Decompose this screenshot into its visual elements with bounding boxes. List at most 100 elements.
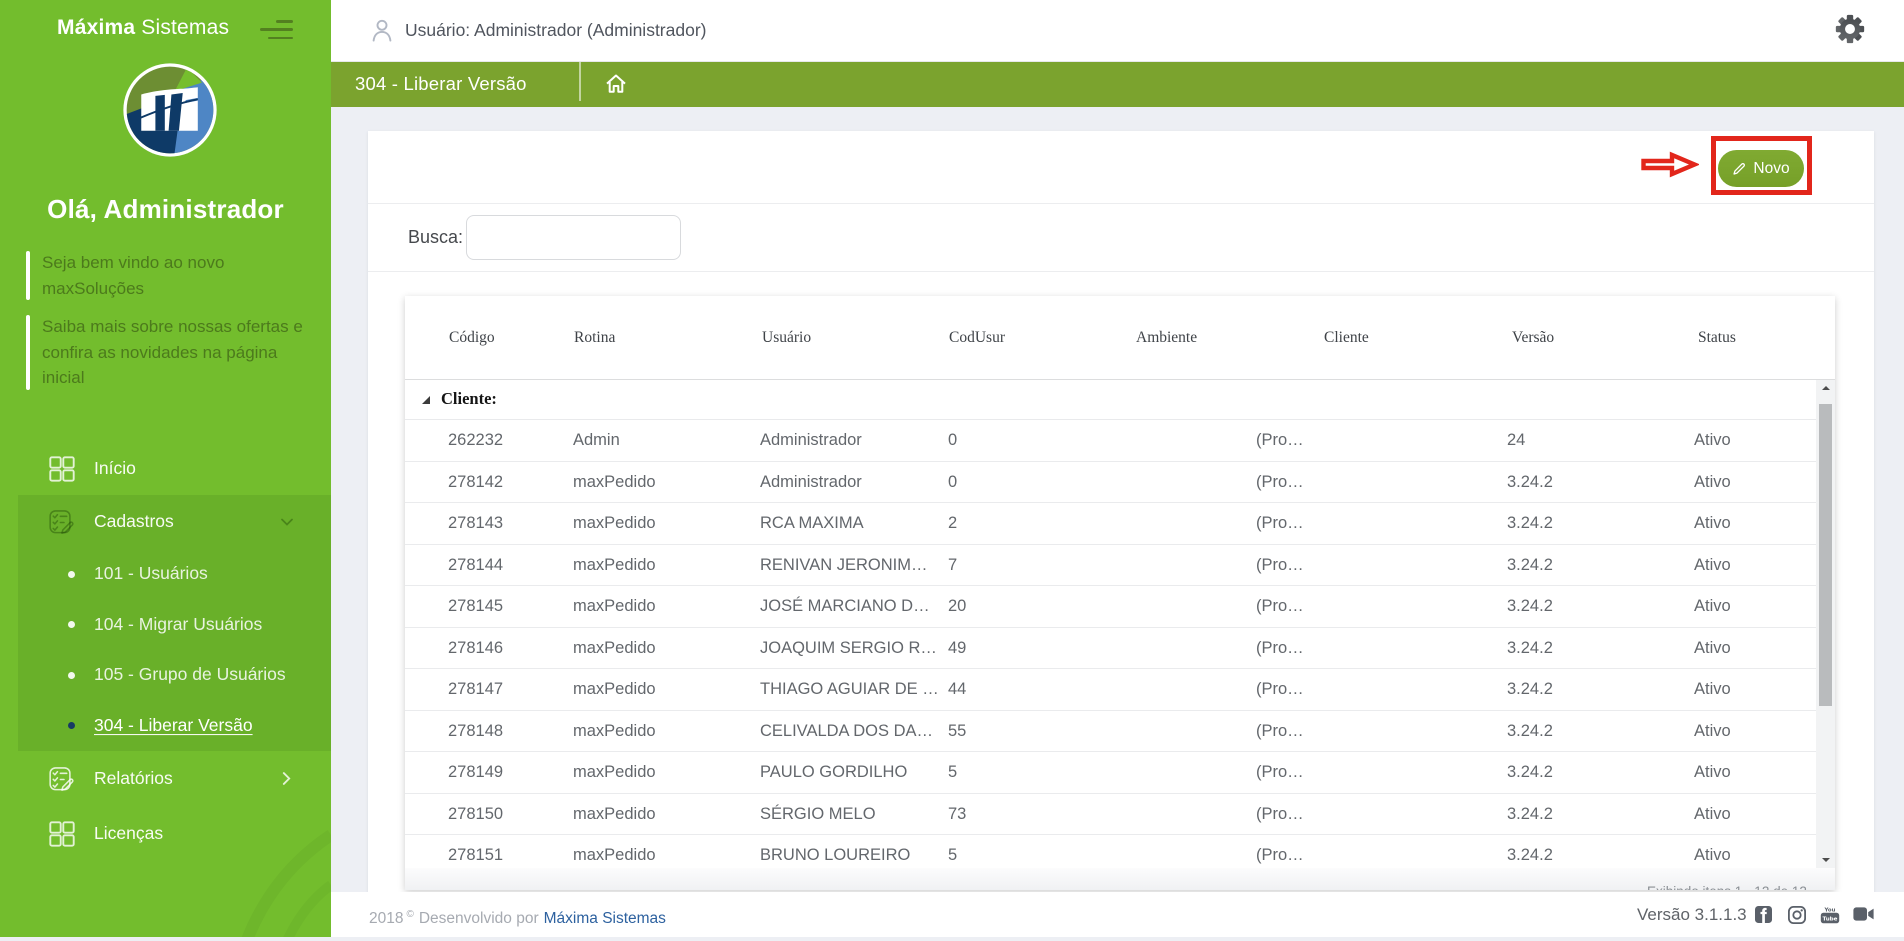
clipboard-pencil-icon bbox=[49, 766, 75, 792]
bullet-icon bbox=[68, 672, 75, 679]
cell-status: Ativo bbox=[1694, 711, 1731, 752]
sidebar-group-cadastros: Cadastros 101 - Usuários 104 - Migrar Us… bbox=[18, 495, 331, 751]
table-row[interactable]: 278145maxPedidoJOSÉ MARCIANO D…20(Pro…3.… bbox=[405, 586, 1816, 628]
gear-icon[interactable] bbox=[1835, 14, 1865, 44]
cell-rotina: maxPedido bbox=[573, 711, 656, 752]
cell-usuário: CELIVALDA DOS DA… bbox=[760, 711, 933, 752]
cell-cliente: (Pro… bbox=[1256, 586, 1304, 627]
sidebar-item-inicio[interactable]: Início bbox=[0, 442, 331, 495]
cell-cliente: (Pro… bbox=[1256, 669, 1304, 710]
instagram-icon[interactable] bbox=[1788, 906, 1806, 924]
sidebar-item-101-usuarios[interactable]: 101 - Usuários bbox=[18, 549, 331, 600]
cell-usuário: JOAQUIM SERGIO R… bbox=[760, 628, 937, 669]
panel-divider bbox=[368, 271, 1874, 272]
table-row[interactable]: 278149maxPedidoPAULO GORDILHO5(Pro…3.24.… bbox=[405, 752, 1816, 794]
brand-logo-text[interactable]: MáximaSistemas bbox=[57, 16, 229, 40]
column-header-usuario[interactable]: Usuário bbox=[762, 296, 811, 380]
vertical-scrollbar[interactable] bbox=[1816, 380, 1835, 868]
cell-código: 262232 bbox=[448, 420, 503, 461]
table-row[interactable]: 278146maxPedidoJOAQUIM SERGIO R…49(Pro…3… bbox=[405, 628, 1816, 670]
sidebar-item-licencas[interactable]: Licenças bbox=[0, 806, 331, 861]
scrollbar-thumb[interactable] bbox=[1819, 404, 1832, 706]
sidebar-nav: Início Cadastros 101 - Usuários 104 - Mi… bbox=[0, 442, 331, 861]
breadcrumb-bar: 304 - Liberar Versão bbox=[331, 62, 1904, 107]
copyright-symbol: © bbox=[406, 909, 413, 920]
sidebar-item-label: Cadastros bbox=[94, 511, 174, 532]
column-header-codigo[interactable]: Código bbox=[449, 296, 495, 380]
cell-usuário: Administrador bbox=[760, 420, 862, 461]
scroll-up-icon[interactable] bbox=[1816, 380, 1835, 397]
cell-codusur: 20 bbox=[948, 586, 966, 627]
cell-código: 278147 bbox=[448, 669, 503, 710]
cell-cliente: (Pro… bbox=[1256, 711, 1304, 752]
company-link[interactable]: Máxima Sistemas bbox=[544, 910, 666, 927]
cell-cliente: (Pro… bbox=[1256, 628, 1304, 669]
cell-código: 278149 bbox=[448, 752, 503, 793]
cell-status: Ativo bbox=[1694, 586, 1731, 627]
youtube-icon[interactable]: You Tube bbox=[1820, 906, 1840, 924]
cell-código: 278148 bbox=[448, 711, 503, 752]
maxima-m-logo bbox=[121, 61, 219, 159]
column-header-codusur[interactable]: CodUsur bbox=[949, 296, 1005, 380]
column-header-rotina[interactable]: Rotina bbox=[574, 296, 615, 380]
sidebar-item-104-migrar-usuarios[interactable]: 104 - Migrar Usuários bbox=[18, 600, 331, 651]
cell-rotina: maxPedido bbox=[573, 462, 656, 503]
cell-status: Ativo bbox=[1694, 545, 1731, 586]
sidebar-item-304-liberar-versao[interactable]: 304 - Liberar Versão bbox=[18, 701, 331, 752]
cell-código: 278144 bbox=[448, 545, 503, 586]
cell-versão: 3.24.2 bbox=[1507, 545, 1553, 586]
cell-versão: 3.24.2 bbox=[1507, 794, 1553, 835]
footer: 2018©Desenvolvido porMáxima Sistemas Ver… bbox=[331, 892, 1904, 937]
cell-versão: 3.24.2 bbox=[1507, 752, 1553, 793]
grid-body: Cliente: 262232AdminAdministrador0(Pro…2… bbox=[405, 380, 1816, 868]
table-row[interactable]: 278147maxPedidoTHIAGO AGUIAR DE …44(Pro…… bbox=[405, 669, 1816, 711]
sidebar-item-105-grupo-de-usuarios[interactable]: 105 - Grupo de Usuários bbox=[18, 650, 331, 701]
table-row[interactable]: 278142maxPedidoAdministrador0(Pro…3.24.2… bbox=[405, 462, 1816, 504]
cell-status: Ativo bbox=[1694, 503, 1731, 544]
column-header-cliente[interactable]: Cliente bbox=[1324, 296, 1369, 380]
developed-by-label: Desenvolvido por bbox=[419, 910, 539, 927]
cell-codusur: 5 bbox=[948, 752, 957, 793]
search-row: Busca: bbox=[368, 203, 1874, 271]
group-collapse-icon[interactable] bbox=[422, 396, 430, 404]
table-row[interactable]: 262232AdminAdministrador0(Pro…24Ativo bbox=[405, 420, 1816, 462]
table-row[interactable]: 278150maxPedidoSÉRGIO MELO73(Pro…3.24.2A… bbox=[405, 794, 1816, 836]
column-header-ambiente[interactable]: Ambiente bbox=[1136, 296, 1197, 380]
scroll-down-icon[interactable] bbox=[1816, 851, 1835, 868]
bullet-icon bbox=[68, 571, 75, 578]
grid-header: Código Rotina Usuário CodUsur Ambiente C… bbox=[405, 296, 1835, 380]
home-icon[interactable] bbox=[605, 73, 627, 95]
cell-status: Ativo bbox=[1694, 628, 1731, 669]
column-header-status[interactable]: Status bbox=[1698, 296, 1736, 380]
sidebar: MáximaSistemas Olá, Administrador Seja b… bbox=[0, 0, 331, 937]
table-row[interactable]: 278148maxPedidoCELIVALDA DOS DA…55(Pro…3… bbox=[405, 711, 1816, 753]
welcome-message: Seja bem vindo ao novo maxSoluções bbox=[42, 250, 262, 301]
cell-código: 278143 bbox=[448, 503, 503, 544]
cell-rotina: maxPedido bbox=[573, 628, 656, 669]
annotation-arrow-icon bbox=[1641, 151, 1699, 178]
cell-rotina: maxPedido bbox=[573, 586, 656, 627]
group-row[interactable]: Cliente: bbox=[405, 380, 1816, 420]
table-row[interactable]: 278143maxPedidoRCA MAXIMA2(Pro…3.24.2Ati… bbox=[405, 503, 1816, 545]
sidebar-item-relatorios[interactable]: Relatórios bbox=[0, 751, 331, 806]
sidebar-item-label: 304 - Liberar Versão bbox=[94, 715, 253, 736]
table-row[interactable]: 278144maxPedidoRENIVAN JERONIM…7(Pro…3.2… bbox=[405, 545, 1816, 587]
hamburger-icon[interactable] bbox=[258, 19, 294, 41]
cell-versão: 3.24.2 bbox=[1507, 462, 1553, 503]
cell-codusur: 7 bbox=[948, 545, 957, 586]
sidebar-item-cadastros[interactable]: Cadastros bbox=[18, 495, 331, 549]
video-camera-icon[interactable] bbox=[1853, 906, 1874, 922]
cell-rotina: maxPedido bbox=[573, 503, 656, 544]
person-icon bbox=[372, 19, 392, 42]
cell-status: Ativo bbox=[1694, 462, 1731, 503]
grid-icon bbox=[49, 456, 75, 482]
search-input[interactable] bbox=[466, 215, 681, 260]
grid-rows: 262232AdminAdministrador0(Pro…24Ativo278… bbox=[405, 420, 1816, 868]
table-row[interactable]: 278151maxPedidoBRUNO LOUREIRO5(Pro…3.24.… bbox=[405, 835, 1816, 868]
column-header-versao[interactable]: Versão bbox=[1512, 296, 1554, 380]
facebook-icon[interactable] bbox=[1755, 906, 1772, 923]
cell-versão: 3.24.2 bbox=[1507, 711, 1553, 752]
cell-versão: 3.24.2 bbox=[1507, 586, 1553, 627]
cell-cliente: (Pro… bbox=[1256, 794, 1304, 835]
search-label: Busca: bbox=[408, 227, 463, 248]
